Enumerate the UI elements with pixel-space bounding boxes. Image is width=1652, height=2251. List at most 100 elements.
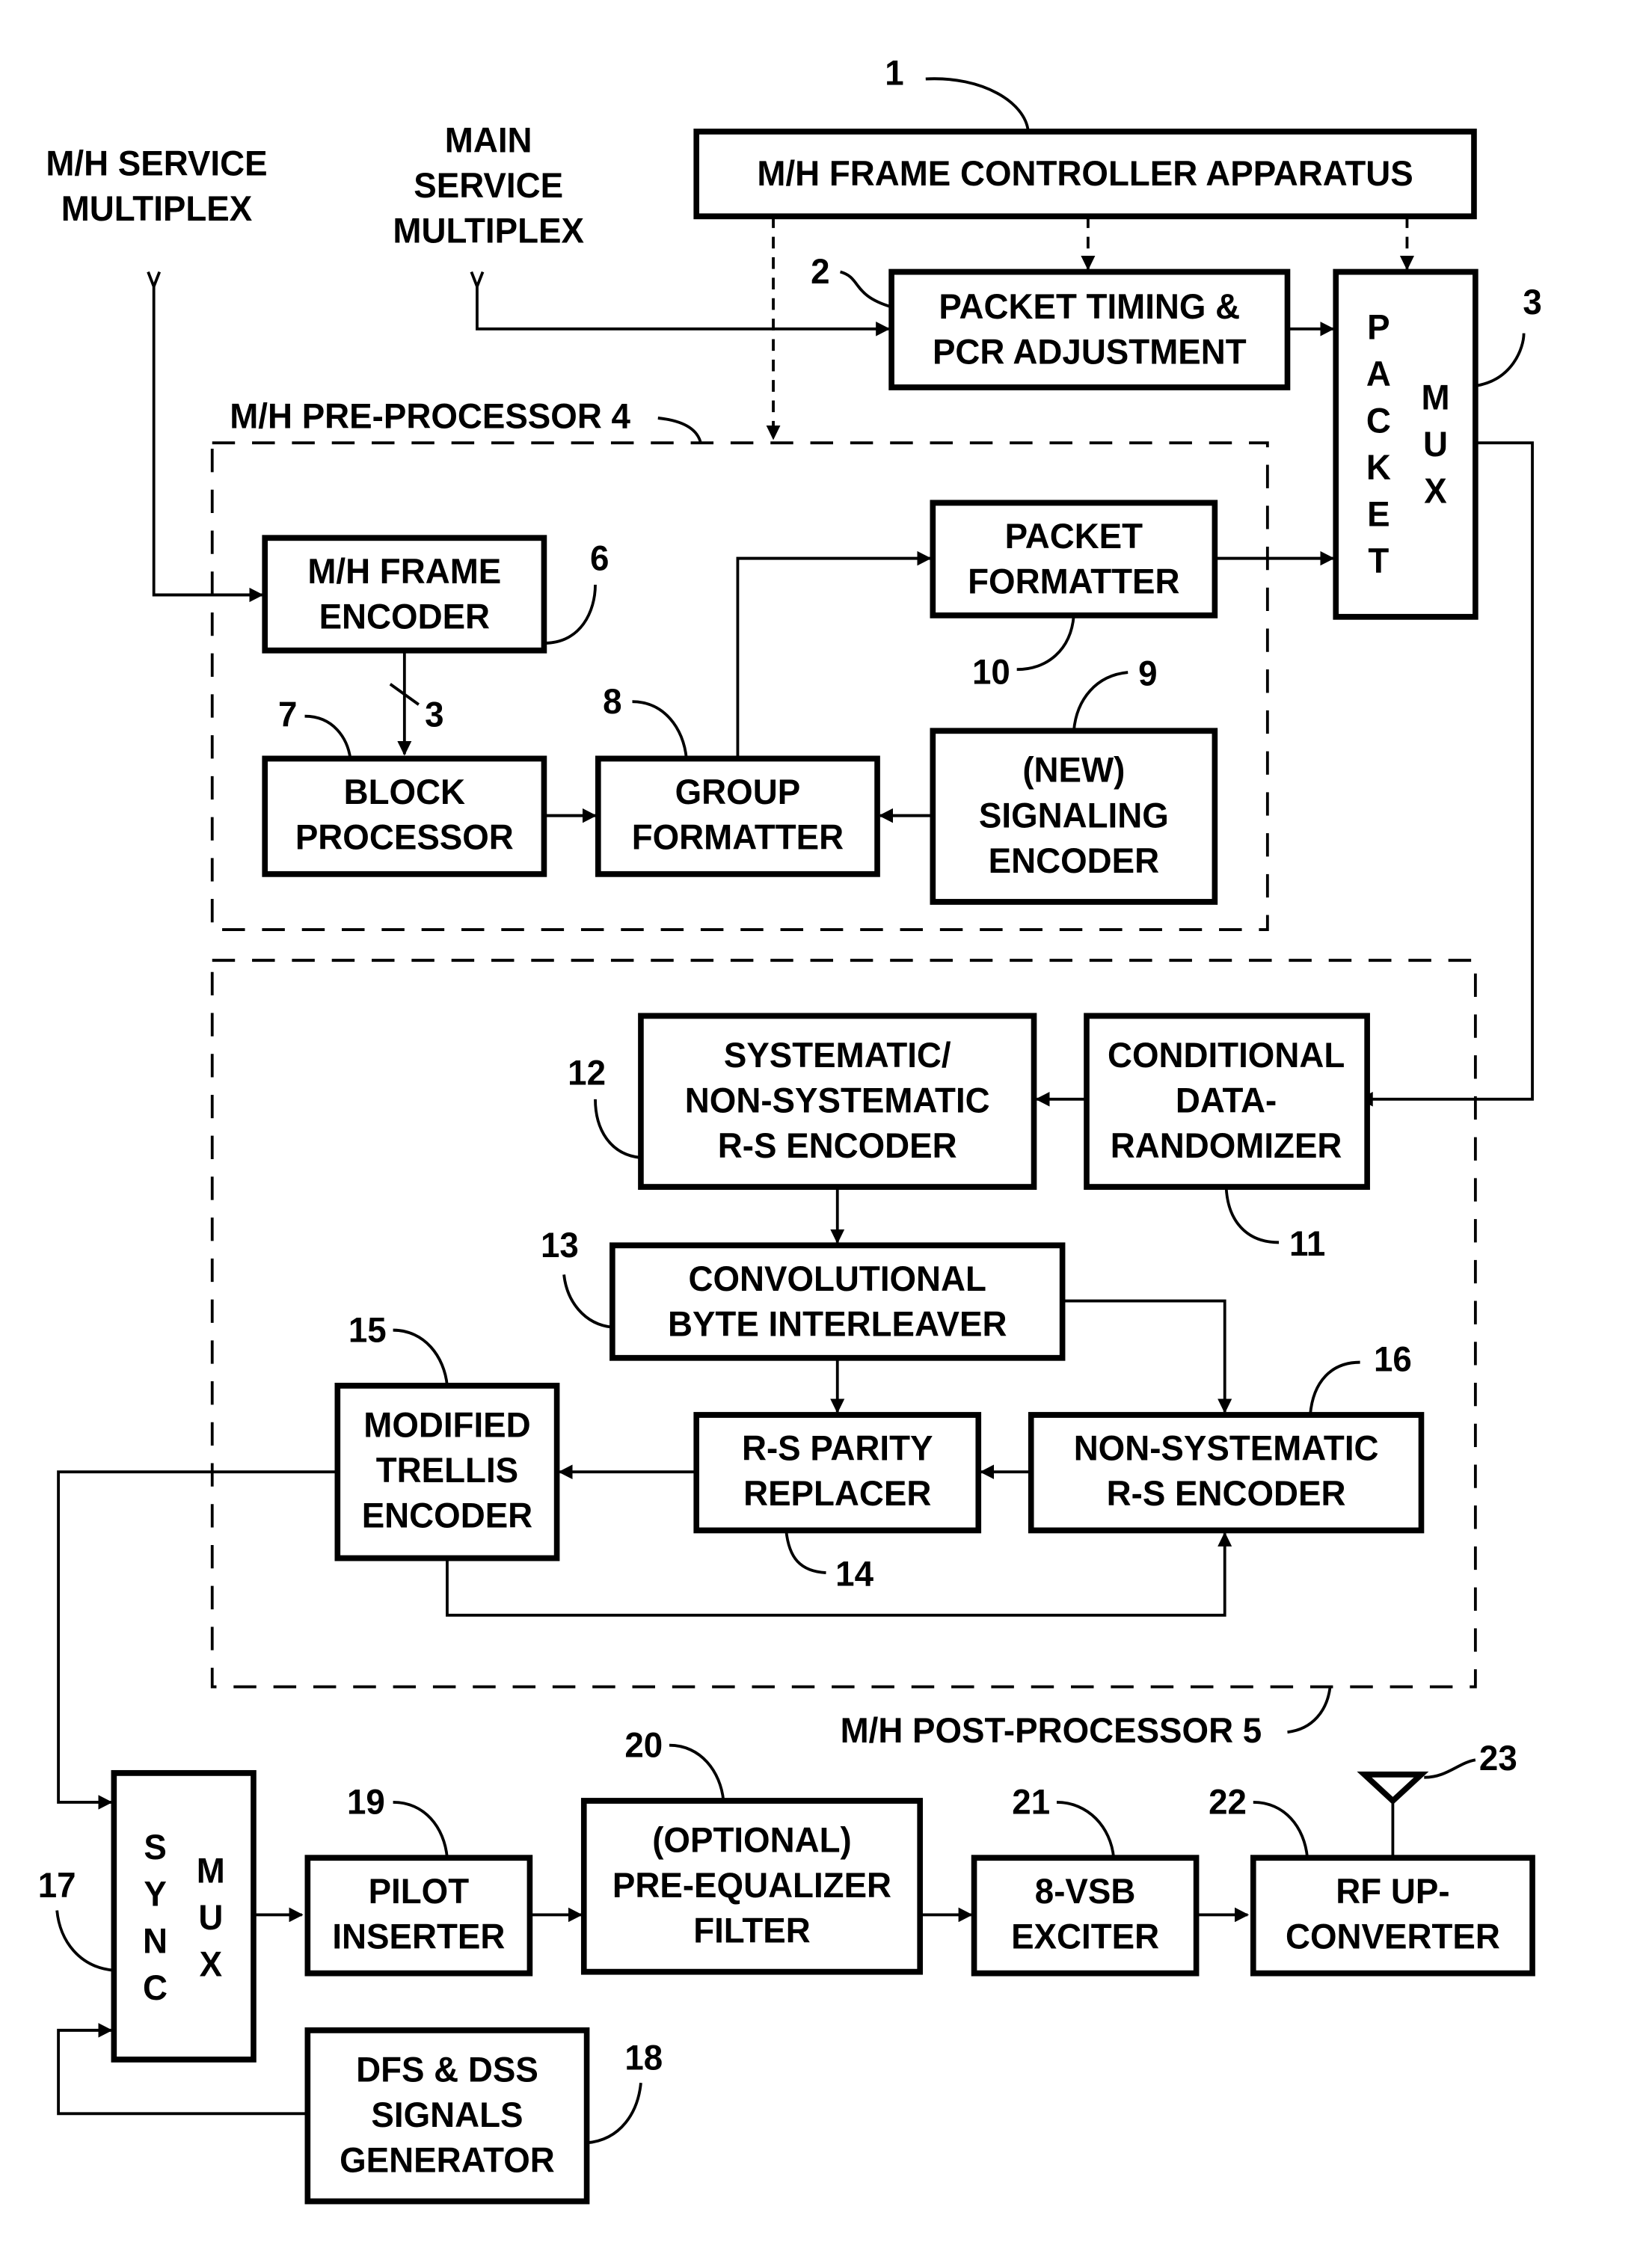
ref-20: 20 bbox=[624, 1725, 663, 1765]
dfs-generator-line1: DFS & DSS bbox=[356, 2050, 538, 2089]
ref-8-leader bbox=[632, 700, 688, 759]
ref-20-leader bbox=[669, 1743, 725, 1802]
trellis-encoder-line3: ENCODER bbox=[362, 1496, 532, 1535]
packet-formatter-line1: PACKET bbox=[1005, 516, 1143, 556]
ref-6-leader bbox=[544, 584, 597, 645]
mh-service-multiplex-label: M/H SERVICE MULTIPLEX bbox=[46, 144, 267, 228]
ref-11: 11 bbox=[1289, 1223, 1325, 1263]
block-processor-line2: PROCESSOR bbox=[295, 817, 514, 857]
ref-13: 13 bbox=[541, 1225, 579, 1265]
mux-letter: M bbox=[197, 1851, 225, 1891]
ref-14: 14 bbox=[835, 1554, 873, 1594]
rs-encoder-line2: NON-SYSTEMATIC bbox=[685, 1081, 990, 1120]
mux-letter: M bbox=[1422, 378, 1450, 417]
upconverter-line2: CONVERTER bbox=[1286, 1917, 1500, 1956]
ref-14-leader bbox=[784, 1530, 826, 1575]
pilot-inserter-line2: INSERTER bbox=[332, 1917, 505, 1956]
ref-10: 10 bbox=[972, 652, 1010, 692]
trellis-encoder-line2: TRELLIS bbox=[376, 1450, 518, 1490]
ref-17: 17 bbox=[38, 1865, 76, 1905]
mh-service-line1: M/H SERVICE bbox=[46, 144, 267, 183]
block-diagram: M/H SERVICE MULTIPLEX MAIN SERVICE MULTI… bbox=[38, 53, 1542, 2205]
mux-letter: X bbox=[200, 1944, 223, 1984]
ref-3-leader bbox=[1475, 333, 1526, 387]
ref-18: 18 bbox=[624, 2038, 663, 2078]
packet-letter: T bbox=[1368, 541, 1389, 581]
main-service-line2: SERVICE bbox=[414, 165, 563, 205]
rs-encoder-line1: SYSTEMATIC/ bbox=[724, 1035, 951, 1075]
parity-replacer-line2: REPLACER bbox=[743, 1474, 931, 1514]
group-formatter-line2: FORMATTER bbox=[632, 817, 844, 857]
packet-timing-line2: PCR ADJUSTMENT bbox=[933, 332, 1247, 372]
exciter-line2: EXCITER bbox=[1011, 1917, 1159, 1956]
ref-3: 3 bbox=[1523, 283, 1541, 322]
pre-equalizer-line2: PRE-EQUALIZER bbox=[612, 1865, 891, 1905]
group-formatter-line1: GROUP bbox=[675, 772, 801, 811]
post-processor-label: M/H POST-PROCESSOR 5 bbox=[841, 1710, 1262, 1750]
frame-encoder-line2: ENCODER bbox=[319, 597, 490, 636]
ref-1-leader bbox=[925, 77, 1030, 132]
ref-7: 7 bbox=[278, 695, 297, 734]
packet-letter: C bbox=[1366, 401, 1391, 440]
ref-13-leader bbox=[562, 1274, 613, 1329]
bus-width-label: 3 bbox=[425, 695, 443, 734]
ref-8: 8 bbox=[603, 681, 621, 721]
sync-letter: N bbox=[143, 1921, 168, 1961]
group-to-packet-formatter-line bbox=[736, 550, 932, 759]
ref-22: 22 bbox=[1209, 1782, 1247, 1822]
ref-7-leader bbox=[304, 714, 352, 759]
randomizer-line3: RANDOMIZER bbox=[1111, 1126, 1342, 1165]
ref-5-leader bbox=[1287, 1686, 1332, 1734]
interleaver-line2: BYTE INTERLEAVER bbox=[668, 1304, 1007, 1344]
packet-letter: A bbox=[1366, 354, 1391, 393]
main-service-multiplex-label: MAIN SERVICE MULTIPLEX bbox=[393, 120, 584, 251]
sync-letter: C bbox=[143, 1968, 168, 2007]
randomizer-line2: DATA- bbox=[1176, 1081, 1277, 1120]
ref-9: 9 bbox=[1138, 654, 1157, 693]
pilot-inserter-line1: PILOT bbox=[369, 1871, 470, 1911]
packet-timing-line1: PACKET TIMING & bbox=[939, 287, 1240, 327]
ns-rs-encoder-line1: NON-SYSTEMATIC bbox=[1074, 1428, 1379, 1468]
mh-service-line2: MULTIPLEX bbox=[61, 189, 253, 229]
ref-11-leader bbox=[1224, 1187, 1280, 1244]
ref-6: 6 bbox=[590, 538, 609, 578]
ref-19-leader bbox=[393, 1801, 449, 1858]
randomizer-line1: CONDITIONAL bbox=[1108, 1035, 1345, 1075]
trellis-encoder-line1: MODIFIED bbox=[363, 1405, 530, 1445]
packet-mux-block[interactable] bbox=[1333, 268, 1478, 620]
dfs-generator-line3: GENERATOR bbox=[340, 2140, 555, 2180]
mux-letter: U bbox=[1423, 424, 1448, 464]
ref-17-leader bbox=[55, 1910, 114, 1972]
interleaver-line1: CONVOLUTIONAL bbox=[688, 1259, 986, 1298]
exciter-line1: 8-VSB bbox=[1035, 1871, 1136, 1911]
main-service-line1: MAIN bbox=[445, 120, 532, 160]
upconverter-line1: RF UP- bbox=[1336, 1871, 1449, 1911]
block-processor-line1: BLOCK bbox=[344, 772, 465, 811]
ref-21: 21 bbox=[1012, 1782, 1050, 1822]
ref-9-leader bbox=[1072, 671, 1129, 731]
dfs-generator-line2: SIGNALS bbox=[371, 2095, 523, 2134]
ref-2-leader bbox=[839, 270, 892, 309]
antenna-icon bbox=[1357, 1771, 1429, 1858]
packet-formatter-line2: FORMATTER bbox=[968, 562, 1179, 601]
ref-18-leader bbox=[586, 2083, 642, 2145]
mux-letter: X bbox=[1424, 471, 1447, 511]
packet-letter: E bbox=[1367, 494, 1390, 534]
sync-letter: Y bbox=[144, 1874, 167, 1914]
pre-equalizer-line3: FILTER bbox=[693, 1911, 811, 1950]
main-service-line3: MULTIPLEX bbox=[393, 211, 584, 251]
ref-1: 1 bbox=[885, 53, 903, 93]
pre-processor-label: M/H PRE-PROCESSOR 4 bbox=[230, 396, 630, 436]
frame-controller-label: M/H FRAME CONTROLLER APPARATUS bbox=[757, 154, 1413, 194]
ref-12: 12 bbox=[568, 1053, 606, 1093]
ref-4-leader bbox=[657, 417, 702, 443]
ref-23: 23 bbox=[1479, 1738, 1517, 1778]
sync-letter: S bbox=[144, 1828, 166, 1867]
rs-encoder-line3: R-S ENCODER bbox=[718, 1126, 957, 1165]
ref-10-leader bbox=[1016, 615, 1075, 672]
pre-equalizer-line1: (OPTIONAL) bbox=[652, 1820, 851, 1860]
packet-letter: P bbox=[1367, 307, 1390, 347]
ref-19: 19 bbox=[347, 1782, 385, 1822]
ref-16-leader bbox=[1309, 1360, 1360, 1416]
sync-mux-block[interactable] bbox=[111, 1769, 257, 2063]
